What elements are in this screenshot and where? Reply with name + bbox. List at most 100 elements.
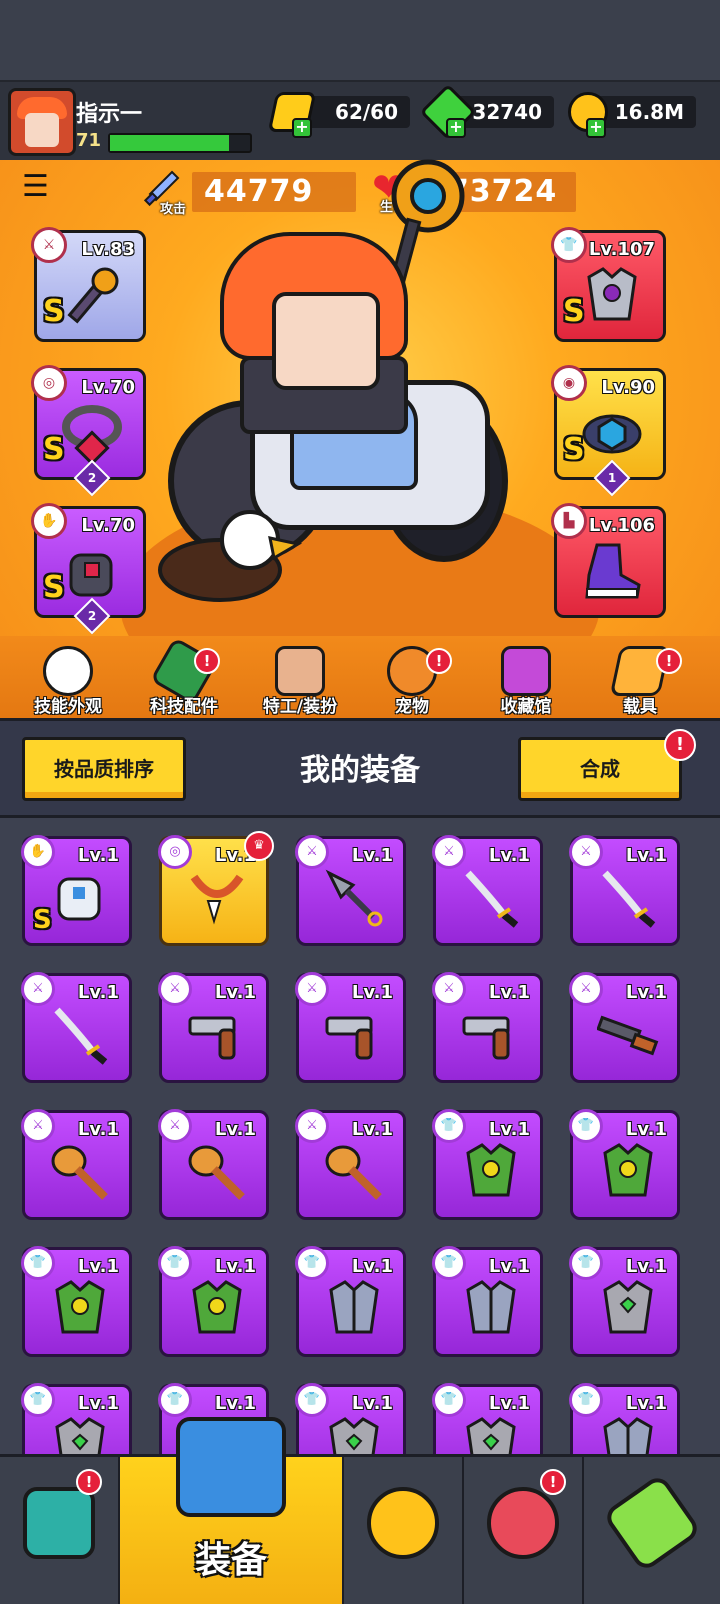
equipment-item-gray-armor[interactable]: 👕 Lv.1 xyxy=(295,1383,406,1454)
nav-skill-skins[interactable]: 技能外观 xyxy=(20,636,116,718)
item-level: Lv.1 xyxy=(214,982,256,1003)
item-level: Lv.1 xyxy=(625,982,667,1003)
revolver-icon xyxy=(188,1016,236,1060)
shotgun-icon xyxy=(597,1015,659,1056)
item-type-icon: ⚔ xyxy=(569,972,603,1006)
equip-slot-armor[interactable]: 👕 Lv.107 S xyxy=(551,227,666,342)
add-energy-icon[interactable]: + xyxy=(292,118,312,138)
equipment-item-revolver[interactable]: ⚔ Lv.1 xyxy=(295,972,406,1083)
add-gems-icon[interactable]: + xyxy=(446,118,466,138)
item-level: Lv.1 xyxy=(488,1256,530,1277)
equipment-item-green-armor[interactable]: 👕 Lv.1 xyxy=(158,1246,269,1357)
gloves-type-icon: ✋ xyxy=(31,503,67,539)
player-avatar[interactable] xyxy=(8,88,76,156)
item-level: Lv.1 xyxy=(625,1393,667,1414)
equipment-item-revolver[interactable]: ⚔ Lv.1 xyxy=(158,972,269,1083)
nav-vehicles[interactable]: ! 载具 xyxy=(592,636,688,718)
tab-shop[interactable]: ! xyxy=(0,1457,120,1604)
item-level: Lv.1 xyxy=(77,845,119,866)
equipment-item-gloves[interactable]: ✋ Lv.1 S xyxy=(21,835,132,946)
coin-counter[interactable]: 16.8M xyxy=(596,96,696,128)
merge-button[interactable]: 合成 xyxy=(518,737,682,801)
avatar-face xyxy=(25,113,59,147)
equipment-item-katana[interactable]: ⚔ Lv.1 xyxy=(21,972,132,1083)
shop-alert-badge: ! xyxy=(76,1469,102,1495)
equipment-item-steel-armor[interactable]: 👕 Lv.1 xyxy=(432,1246,543,1357)
item-upgrade-badge: ♛ xyxy=(244,831,274,861)
dna-capsule-icon xyxy=(601,1472,703,1574)
equip-slot-belt[interactable]: ◉ Lv.90 S 1 xyxy=(551,365,666,497)
tab-lab[interactable] xyxy=(584,1457,720,1604)
star-ball-icon xyxy=(487,1487,559,1559)
katana-icon xyxy=(465,870,519,928)
equipment-item-steel-armor[interactable]: 👕 Lv.1 xyxy=(569,1383,680,1454)
item-type-icon: ◎ xyxy=(158,835,192,869)
armor-grade-badge: S xyxy=(563,294,585,329)
item-level: Lv.1 xyxy=(351,845,393,866)
belt-grade-badge: S xyxy=(563,432,585,467)
equipment-item-kunai[interactable]: ⚔ Lv.1 xyxy=(295,835,406,946)
belt-level: Lv.90 xyxy=(601,377,655,398)
drumstick-icon xyxy=(325,1145,382,1200)
attack-label: 攻击 xyxy=(160,202,187,217)
equipment-item-drumstick[interactable]: ⚔ Lv.1 xyxy=(21,1109,132,1220)
xp-bar-fill xyxy=(110,135,229,151)
green-armor-icon xyxy=(55,1280,105,1334)
gloves-grade-badge: S xyxy=(43,570,65,605)
nav-pets[interactable]: ! 宠物 xyxy=(364,636,460,718)
equipment-item-gray-armor[interactable]: 👕 Lv.1 xyxy=(569,1246,680,1357)
add-coins-icon[interactable]: + xyxy=(586,118,606,138)
item-type-icon: ⚔ xyxy=(569,835,603,869)
armor-level: Lv.107 xyxy=(588,239,655,260)
energy-counter[interactable]: 62/60 xyxy=(300,96,410,128)
item-level: Lv.1 xyxy=(77,982,119,1003)
item-type-icon: 👕 xyxy=(295,1246,329,1280)
equipment-grid: ✋ Lv.1 S ◎ Lv.1 ♛ ⚔ Lv.1 ⚔ Lv.1 ⚔ Lv.1 ⚔ Lv.1 ⚔ Lv.1 ⚔ Lv… xyxy=(0,818,720,1454)
item-level: Lv.1 xyxy=(214,1393,256,1414)
nav-collection[interactable]: 收藏馆 xyxy=(478,636,574,718)
equipment-item-steel-armor[interactable]: 👕 Lv.1 xyxy=(295,1246,406,1357)
equipment-item-green-armor[interactable]: 👕 Lv.1 xyxy=(21,1246,132,1357)
equipment-item-drumstick[interactable]: ⚔ Lv.1 xyxy=(295,1109,406,1220)
equip-slot-gloves[interactable]: ✋ Lv.70 S 2 xyxy=(31,503,146,635)
item-type-icon: 👕 xyxy=(158,1246,192,1280)
nav-tech-parts[interactable]: ! 科技配件 xyxy=(136,636,232,718)
equipment-item-necklace[interactable]: ◎ Lv.1 ♛ xyxy=(158,831,274,946)
equipment-item-green-armor[interactable]: 👕 Lv.1 xyxy=(432,1109,543,1220)
equip-slot-weapon[interactable]: ⚔ Lv.83 S xyxy=(31,227,146,342)
item-type-icon: 👕 xyxy=(21,1383,55,1417)
list-menu-icon[interactable]: ☰ xyxy=(22,172,54,202)
green-armor-icon xyxy=(603,1143,653,1197)
item-type-icon: 👕 xyxy=(158,1383,192,1417)
equipment-item-katana[interactable]: ⚔ Lv.1 xyxy=(569,835,680,946)
sort-by-quality-button[interactable]: 按品质排序 xyxy=(22,737,186,801)
drumstick-icon xyxy=(188,1145,245,1200)
necklace-level: Lv.70 xyxy=(81,377,135,398)
equipment-item-revolver[interactable]: ⚔ Lv.1 xyxy=(432,972,543,1083)
equip-slot-boots[interactable]: ▙ Lv.106 xyxy=(551,503,666,618)
equipment-item-katana[interactable]: ⚔ Lv.1 xyxy=(432,835,543,946)
merge-alert-badge: ! xyxy=(664,729,696,761)
nav-agent-outfit[interactable]: 特工/装扮 xyxy=(248,636,352,718)
eagle-pet-icon xyxy=(158,510,303,602)
attack-value: 44779 xyxy=(192,172,356,212)
treasure-chest-icon xyxy=(501,646,551,696)
steel-armor-icon xyxy=(466,1280,516,1334)
necklace-type-icon: ◎ xyxy=(31,365,67,401)
sneaker-boots-icon xyxy=(585,543,641,599)
revolver-icon xyxy=(462,1016,510,1060)
equipment-item-gray-armor[interactable]: 👕 Lv.1 xyxy=(432,1383,543,1454)
item-type-icon: 👕 xyxy=(432,1109,466,1143)
item-type-icon: ⚔ xyxy=(158,972,192,1006)
tab-events[interactable]: ! xyxy=(464,1457,584,1604)
events-alert-badge: ! xyxy=(540,1469,566,1495)
equipment-item-shotgun[interactable]: ⚔ Lv.1 xyxy=(569,972,680,1083)
equipment-item-drumstick[interactable]: ⚔ Lv.1 xyxy=(158,1109,269,1220)
weapon-level: Lv.83 xyxy=(81,239,135,260)
equipment-item-gray-armor[interactable]: 👕 Lv.1 xyxy=(21,1383,132,1454)
tab-equipment[interactable]: 装备 xyxy=(120,1417,344,1604)
equipment-item-green-armor[interactable]: 👕 Lv.1 xyxy=(569,1109,680,1220)
armor-type-icon: 👕 xyxy=(551,227,587,263)
tab-battle[interactable] xyxy=(344,1457,464,1604)
equip-slot-necklace[interactable]: ◎ Lv.70 S 2 xyxy=(31,365,146,497)
